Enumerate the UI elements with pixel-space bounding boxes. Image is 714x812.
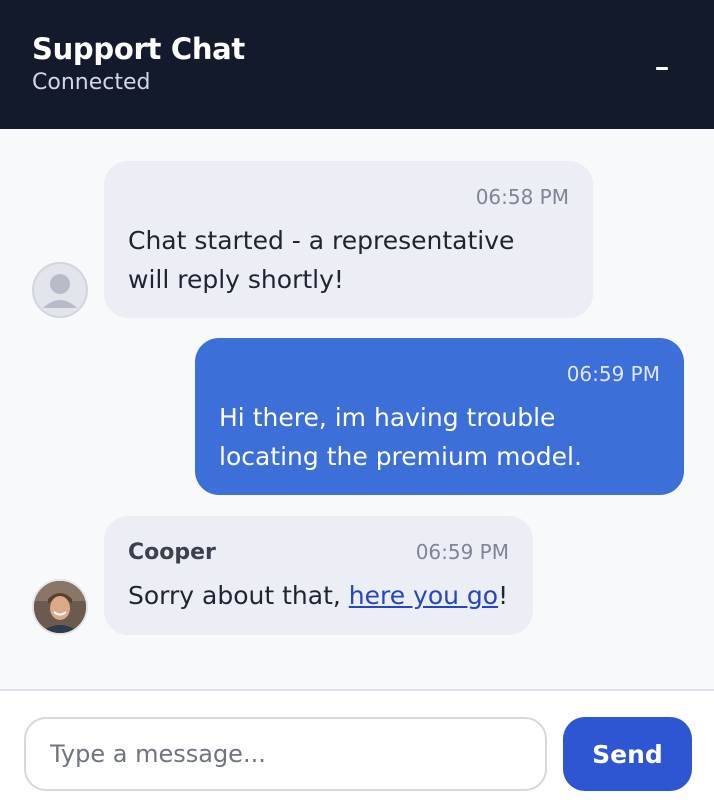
message-timestamp: 06:59 PM (415, 540, 509, 564)
send-button[interactable]: Send (563, 717, 692, 791)
message-list[interactable]: 06:58 PM Chat started - a representative… (0, 129, 714, 689)
message-line: Hi there, im having trouble (219, 403, 556, 432)
message-bubble-agent: Cooper 06:59 PM Sorry about that, here y… (104, 516, 533, 635)
message-line: locating the premium model. (219, 442, 582, 471)
message-text: Sorry about that, here you go! (128, 576, 508, 615)
minimize-icon (656, 66, 668, 70)
message-text-after: ! (498, 581, 509, 610)
message-text: Chat started - a representative will rep… (128, 221, 514, 299)
default-user-avatar-icon (32, 262, 88, 318)
message-composer: Send (0, 689, 714, 812)
minimize-button[interactable] (644, 48, 680, 84)
agent-photo-avatar (32, 579, 88, 635)
chat-title: Support Chat (32, 32, 245, 66)
message-line: will reply shortly! (128, 265, 344, 294)
message-timestamp: 06:58 PM (475, 185, 569, 209)
connection-status: Connected (32, 70, 151, 95)
message-link[interactable]: here you go (349, 581, 498, 610)
message-text-before: Sorry about that, (128, 581, 349, 610)
message-text: Hi there, im having trouble locating the… (219, 398, 582, 476)
message-bubble-agent: 06:58 PM Chat started - a representative… (104, 161, 593, 318)
message-input[interactable] (24, 717, 547, 791)
message-timestamp: 06:59 PM (566, 362, 660, 386)
message-bubble-user: 06:59 PM Hi there, im having trouble loc… (195, 338, 684, 495)
sender-name: Cooper (128, 540, 216, 565)
message-line: Chat started - a representative (128, 226, 515, 255)
chat-header: Support Chat Connected (0, 0, 714, 129)
